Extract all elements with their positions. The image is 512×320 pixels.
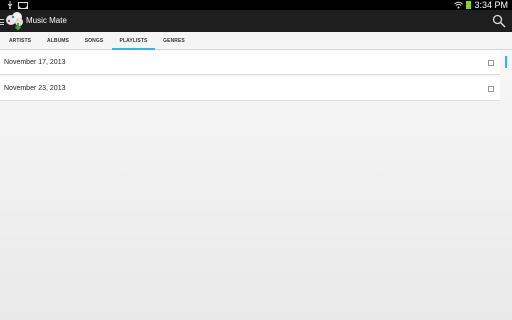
wifi-icon bbox=[454, 1, 464, 9]
action-bar: Music Mate bbox=[0, 10, 512, 32]
music-mate-logo[interactable] bbox=[5, 11, 25, 31]
drawer-indicator-icon[interactable] bbox=[0, 19, 4, 25]
playlist-item[interactable]: November 17, 2013 bbox=[0, 51, 500, 75]
system-icons: 3:34 PM bbox=[454, 0, 508, 10]
playlist-name: November 23, 2013 bbox=[4, 85, 66, 92]
playlist-list: November 17, 2013 November 23, 2013 bbox=[0, 50, 512, 320]
tab-genres[interactable]: GENRES bbox=[155, 32, 193, 50]
tab-artists[interactable]: ARTISTS bbox=[0, 32, 40, 50]
usb-icon bbox=[7, 1, 13, 9]
scrollbar[interactable] bbox=[505, 56, 507, 68]
battery-icon bbox=[466, 1, 472, 9]
app-title: Music Mate bbox=[26, 16, 67, 25]
status-bar: 3:34 PM bbox=[0, 0, 512, 10]
notification-icons bbox=[6, 0, 28, 10]
status-time: 3:34 PM bbox=[474, 0, 508, 10]
playlist-item[interactable]: November 23, 2013 bbox=[0, 77, 500, 101]
search-icon[interactable] bbox=[492, 14, 506, 28]
tab-playlists[interactable]: PLAYLISTS bbox=[112, 32, 155, 50]
tab-bar: ARTISTS ALBUMS SONGS PLAYLISTS GENRES bbox=[0, 32, 512, 50]
tab-songs[interactable]: SONGS bbox=[76, 32, 112, 50]
playlist-checkbox[interactable] bbox=[488, 60, 494, 66]
playlist-checkbox[interactable] bbox=[488, 86, 494, 92]
mail-icon bbox=[18, 1, 28, 9]
playlist-name: November 17, 2013 bbox=[4, 59, 66, 66]
tab-albums[interactable]: ALBUMS bbox=[40, 32, 76, 50]
